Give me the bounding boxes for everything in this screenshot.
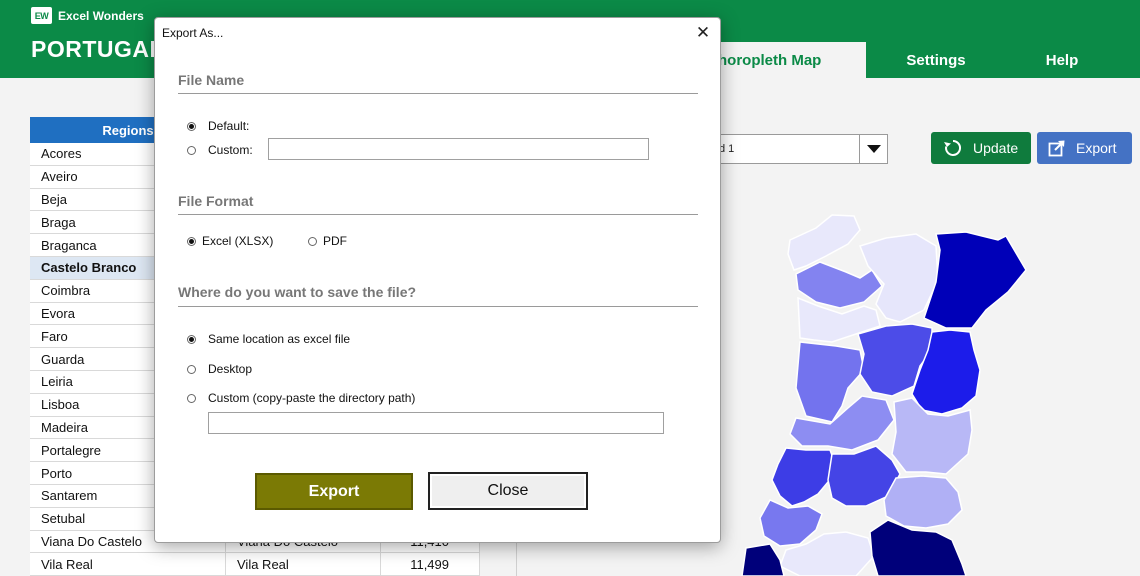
format-pdf-label: PDF xyxy=(323,234,347,248)
refresh-icon xyxy=(944,139,962,156)
file-name-custom-label: Custom: xyxy=(208,143,253,157)
map-dropdown-value: d 1 xyxy=(719,143,735,155)
close-icon[interactable]: ✕ xyxy=(692,22,714,44)
file-name-custom-option[interactable]: Custom: xyxy=(187,143,253,157)
format-pdf-option[interactable]: PDF xyxy=(308,234,347,248)
map-region-lisboa xyxy=(759,499,823,547)
file-name-default-label: Default: xyxy=(208,119,250,133)
file-name-default-radio[interactable] xyxy=(187,121,196,131)
export-icon xyxy=(1048,140,1065,157)
tab-settings[interactable]: Settings xyxy=(866,42,1006,78)
brand-name: Excel Wonders xyxy=(58,8,144,23)
export-button-top-label: Export xyxy=(1076,140,1117,156)
save-location-section-title: Where do you want to save the file? xyxy=(178,284,417,300)
excel-wonders-logo-icon: EW xyxy=(31,7,52,24)
export-as-dialog: Export As... ✕ File Name Default: Custom… xyxy=(154,17,721,543)
update-button[interactable]: Update xyxy=(931,132,1031,164)
portugal-choropleth-map xyxy=(741,214,1027,576)
save-same-location-radio[interactable] xyxy=(187,334,196,344)
save-desktop-option[interactable]: Desktop xyxy=(187,362,252,376)
file-name-section-title: File Name xyxy=(178,72,245,88)
close-button[interactable]: Close xyxy=(428,472,588,510)
tab-help[interactable]: Help xyxy=(1006,42,1118,78)
save-custom-label: Custom (copy-paste the directory path) xyxy=(208,391,416,405)
dialog-title: Export As... xyxy=(162,26,224,40)
update-button-label: Update xyxy=(973,140,1019,156)
dialog-titlebar: Export As... xyxy=(155,18,720,48)
format-excel-label: Excel (XLSX) xyxy=(202,234,274,248)
map-dropdown[interactable]: d 1 xyxy=(700,134,888,164)
page-title: PORTUGAL xyxy=(31,36,165,62)
save-desktop-radio[interactable] xyxy=(187,364,196,374)
file-name-default-option[interactable]: Default: xyxy=(187,119,249,133)
chevron-down-icon[interactable] xyxy=(859,135,887,163)
file-format-section-title: File Format xyxy=(178,193,254,209)
map-region-evora xyxy=(869,519,967,576)
map-region-beja xyxy=(741,543,785,576)
value-cell: 11,499 xyxy=(381,553,480,576)
save-desktop-label: Desktop xyxy=(208,362,253,376)
map-region-viana xyxy=(787,214,861,271)
save-same-location-label: Same location as excel file xyxy=(208,332,351,346)
custom-directory-input[interactable] xyxy=(208,412,664,434)
file-name-custom-radio[interactable] xyxy=(187,145,196,155)
custom-file-name-input[interactable] xyxy=(268,138,649,160)
save-custom-radio[interactable] xyxy=(187,393,196,403)
export-button[interactable]: Export xyxy=(255,473,413,510)
district-cell: Vila Real xyxy=(226,553,381,576)
save-same-location-option[interactable]: Same location as excel file xyxy=(187,332,350,346)
map-region-leiria xyxy=(771,447,837,507)
format-excel-option[interactable]: Excel (XLSX) xyxy=(187,234,273,248)
save-custom-option[interactable]: Custom (copy-paste the directory path) xyxy=(187,391,415,405)
export-button-top[interactable]: Export xyxy=(1037,132,1132,164)
section-divider xyxy=(178,306,698,307)
format-pdf-radio[interactable] xyxy=(308,236,317,246)
region-name-cell: Vila Real xyxy=(30,553,226,576)
brand: EW Excel Wonders xyxy=(31,7,144,24)
tab-choropleth-map[interactable]: horopleth Map xyxy=(700,42,866,78)
table-row[interactable]: Vila Real Vila Real 11,499 xyxy=(30,553,480,576)
map-region-portalegre xyxy=(883,475,963,529)
section-divider xyxy=(178,93,698,94)
section-divider xyxy=(178,214,698,215)
map-region-braga xyxy=(795,261,883,309)
map-region-braganca xyxy=(923,231,1027,329)
format-excel-radio[interactable] xyxy=(187,236,196,246)
